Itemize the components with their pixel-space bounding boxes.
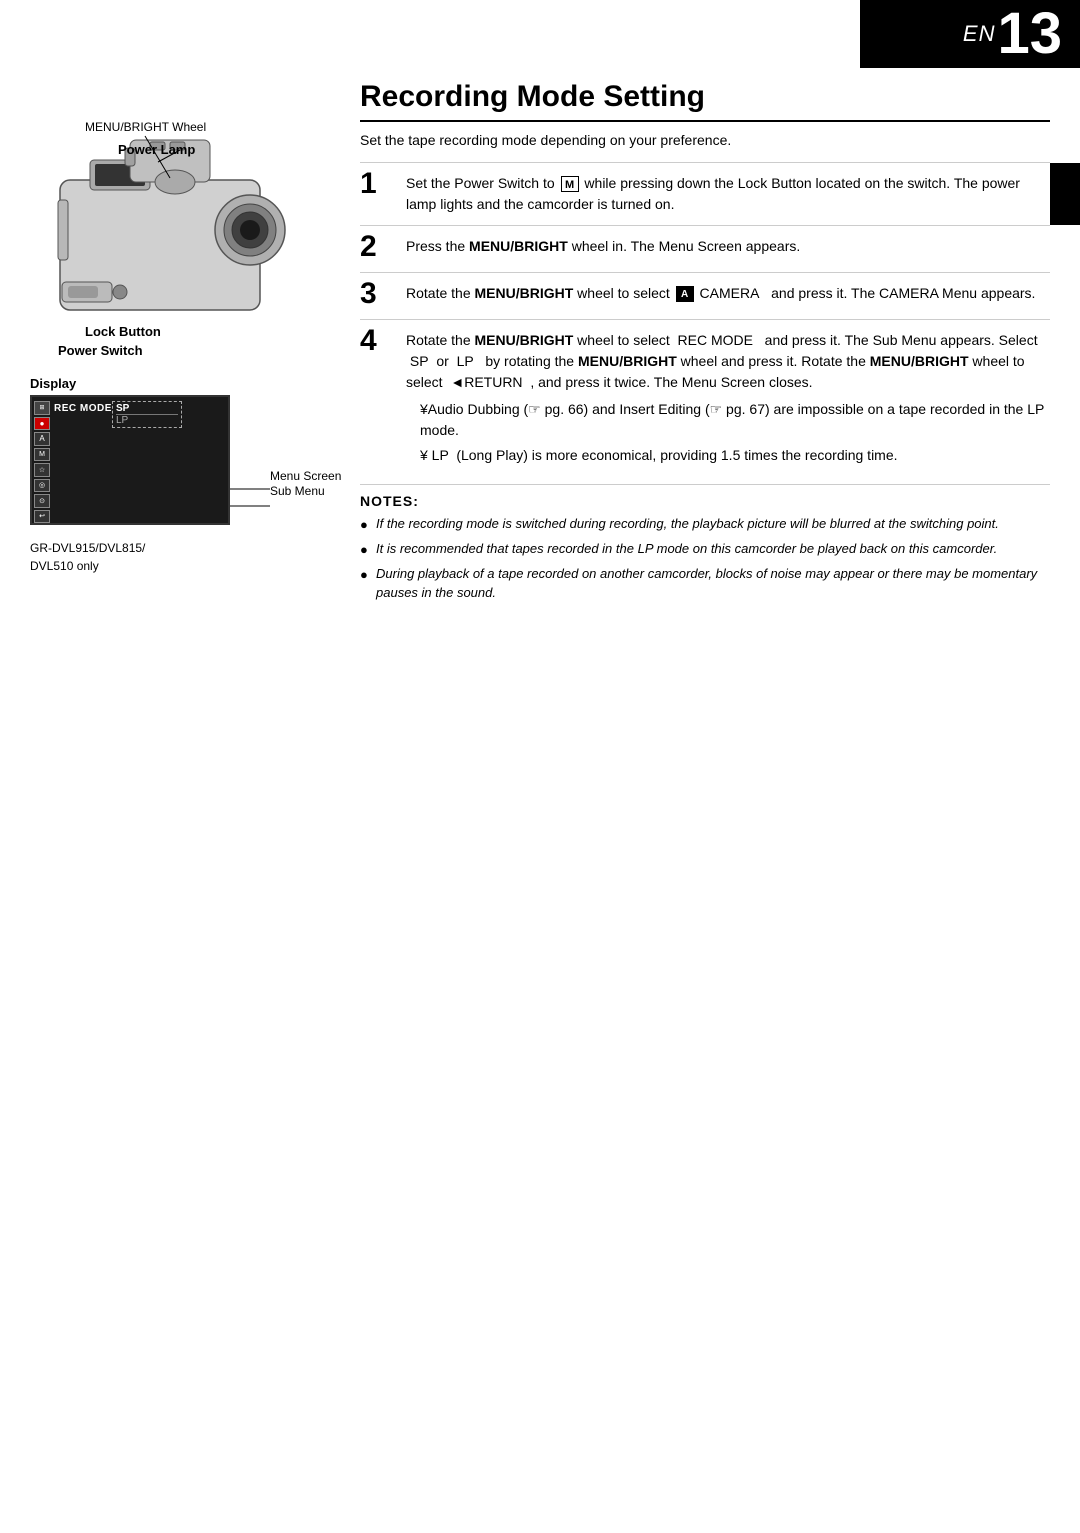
page-number: 13 bbox=[997, 5, 1062, 63]
note-text-2: It is recommended that tapes recorded in… bbox=[376, 540, 997, 558]
note-text-3: During playback of a tape recorded on an… bbox=[376, 565, 1050, 601]
note-text-1: If the recording mode is switched during… bbox=[376, 515, 999, 533]
step-4-content: Rotate the MENU/BRIGHT wheel to select R… bbox=[406, 330, 1050, 466]
section-intro: Set the tape recording mode depending on… bbox=[360, 132, 1050, 148]
model-text: GR-DVL915/DVL815/ DVL510 only bbox=[30, 539, 340, 575]
display-section: Display ⊞ ● A M ☆ ◎ ⊙ ↩ bbox=[30, 376, 340, 575]
power-switch-label: Power Switch bbox=[58, 343, 340, 358]
screen-icon-3: A bbox=[34, 432, 50, 446]
step-3-number: 3 bbox=[360, 279, 396, 309]
power-lamp-label: Power Lamp bbox=[118, 142, 195, 157]
page-en-prefix: EN bbox=[963, 21, 996, 47]
model-line1: GR-DVL915/DVL815/ bbox=[30, 539, 340, 557]
notes-title: NOTES: bbox=[360, 493, 1050, 509]
step-2-number: 2 bbox=[360, 232, 396, 262]
model-line2: DVL510 only bbox=[30, 557, 340, 575]
screen-icon-2: ● bbox=[34, 417, 50, 431]
note-bullet-2: ● bbox=[360, 541, 376, 559]
step-4-bold-3: MENU/BRIGHT bbox=[870, 353, 969, 369]
note-item-3: ● During playback of a tape recorded on … bbox=[360, 565, 1050, 601]
notes-section: NOTES: ● If the recording mode is switch… bbox=[360, 484, 1050, 602]
right-column: Recording Mode Setting Set the tape reco… bbox=[360, 80, 1050, 608]
rec-mode-text: REC MODE bbox=[54, 403, 112, 414]
step-1-number: 1 bbox=[360, 169, 396, 199]
step-2-bold-1: MENU/BRIGHT bbox=[469, 238, 568, 254]
note-item-1: ● If the recording mode is switched duri… bbox=[360, 515, 1050, 534]
step-3-row: 3 Rotate the MENU/BRIGHT wheel to select… bbox=[360, 272, 1050, 319]
display-label: Display bbox=[30, 376, 340, 391]
menu-bright-wheel-label: MENU/BRIGHT Wheel bbox=[85, 120, 206, 134]
camera-icon: A bbox=[676, 286, 694, 302]
step-4-number: 4 bbox=[360, 326, 396, 356]
steps-container: 1 Set the Power Switch to M while pressi… bbox=[360, 162, 1050, 476]
step-1-text: while pressing down the Lock Button loca… bbox=[406, 175, 1020, 212]
note-item-2: ● It is recommended that tapes recorded … bbox=[360, 540, 1050, 559]
step-4-row: 4 Rotate the MENU/BRIGHT wheel to select… bbox=[360, 319, 1050, 476]
note-bullet-3: ● bbox=[360, 566, 376, 584]
step-4-bold-2: MENU/BRIGHT bbox=[578, 353, 677, 369]
step-1-row: 1 Set the Power Switch to M while pressi… bbox=[360, 162, 1050, 225]
step-3-bold-1: MENU/BRIGHT bbox=[475, 285, 574, 301]
sp-text: SP bbox=[116, 403, 178, 415]
page-header: EN 13 bbox=[860, 0, 1080, 68]
step-4-bold-1: MENU/BRIGHT bbox=[475, 332, 574, 348]
note-bullet-1: ● bbox=[360, 516, 376, 534]
screen-icon-1: ⊞ bbox=[34, 401, 50, 415]
lp-text: LP bbox=[116, 415, 178, 426]
section-title: Recording Mode Setting bbox=[360, 80, 1050, 122]
sp-lp-box: SP LP bbox=[112, 401, 182, 428]
step-1-bar bbox=[1050, 163, 1080, 225]
sub-menu-label: Sub Menu bbox=[270, 484, 325, 498]
diagram-area: MENU/BRIGHT Wheel Power Lamp bbox=[30, 120, 340, 358]
step-4-yen-1: ¥Audio Dubbing (☞ pg. 66) and Insert Edi… bbox=[420, 399, 1050, 441]
step-4-yen-2: ¥ LP (Long Play) is more economical, pro… bbox=[420, 445, 1050, 466]
m-icon: M bbox=[561, 176, 579, 192]
step-1-content: Set the Power Switch to M while pressing… bbox=[406, 173, 1050, 215]
step-2-content: Press the MENU/BRIGHT wheel in. The Menu… bbox=[406, 236, 1050, 257]
step-2-row: 2 Press the MENU/BRIGHT wheel in. The Me… bbox=[360, 225, 1050, 272]
screen-icon-4: M bbox=[34, 448, 50, 462]
menu-screen-label: Menu Screen bbox=[270, 469, 341, 483]
left-column: MENU/BRIGHT Wheel Power Lamp bbox=[30, 80, 340, 575]
step-3-content: Rotate the MENU/BRIGHT wheel to select A… bbox=[406, 283, 1050, 304]
